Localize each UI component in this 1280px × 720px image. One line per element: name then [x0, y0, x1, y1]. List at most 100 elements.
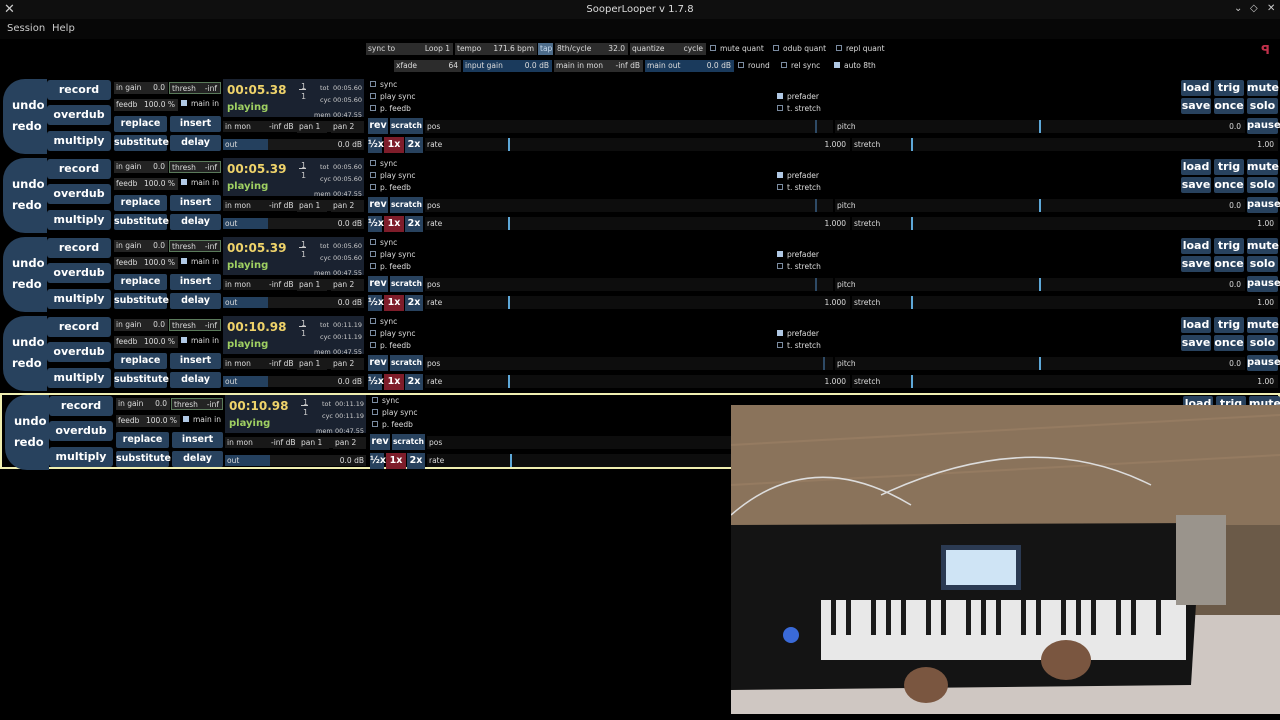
rel-sync-checkbox[interactable]: rel sync	[781, 61, 820, 71]
undo-redo-button[interactable]: undo redo	[3, 316, 47, 391]
prefader-checkbox[interactable]: prefader	[777, 92, 819, 102]
insert-button[interactable]: insert	[170, 274, 221, 290]
record-button[interactable]: record	[49, 396, 113, 416]
pause-button[interactable]: pause	[1247, 276, 1280, 292]
out-slider[interactable]: out 0.0 dB	[223, 297, 364, 308]
prefader-checkbox[interactable]: prefader	[777, 250, 819, 260]
record-button[interactable]: record	[47, 317, 111, 337]
delay-button[interactable]: delay	[172, 451, 223, 467]
mute-button[interactable]: mute	[1247, 80, 1279, 96]
pan-2-control[interactable]: pan 2	[331, 121, 364, 133]
once-button[interactable]: once	[1214, 256, 1244, 272]
load-button[interactable]: load	[1181, 159, 1211, 175]
redo-button[interactable]: redo	[12, 277, 42, 291]
multiply-button[interactable]: multiply	[49, 447, 113, 467]
overdub-button[interactable]: overdub	[47, 184, 111, 204]
reverse-button[interactable]: rev	[370, 434, 390, 450]
p-feedb-checkbox[interactable]: p. feedb	[370, 341, 411, 351]
eighth-per-cycle-control[interactable]: 8th/cycle 32.0	[555, 43, 628, 55]
load-button[interactable]: load	[1181, 238, 1211, 254]
main-out-control[interactable]: main out 0.0 dB	[645, 60, 734, 72]
save-button[interactable]: save	[1181, 177, 1211, 193]
main-in-mon-control[interactable]: main in mon -inf dB	[554, 60, 643, 72]
overdub-button[interactable]: overdub	[49, 421, 113, 441]
p-feedb-checkbox[interactable]: p. feedb	[370, 183, 411, 193]
half-speed-button[interactable]: ½x	[370, 453, 386, 469]
thresh-field[interactable]: thresh -inf	[169, 319, 221, 331]
quantize-control[interactable]: quantize cycle	[630, 43, 706, 55]
redo-button[interactable]: redo	[12, 198, 42, 212]
t-stretch-checkbox[interactable]: t. stretch	[777, 341, 821, 351]
out-slider[interactable]: out 0.0 dB	[223, 218, 364, 229]
in-gain-field[interactable]: in gain 0.0	[114, 319, 168, 331]
maximize-icon[interactable]: ◇	[1250, 3, 1258, 14]
position-slider[interactable]: pos	[425, 120, 833, 133]
out-slider[interactable]: out 0.0 dB	[225, 455, 366, 466]
scratch-button[interactable]: scratch	[390, 118, 423, 134]
delay-button[interactable]: delay	[170, 293, 221, 309]
tempo-control[interactable]: tempo 171.6 bpm	[455, 43, 537, 55]
substitute-button[interactable]: substitute	[114, 372, 169, 388]
undo-redo-button[interactable]: undo redo	[3, 158, 47, 233]
double-speed-button[interactable]: 2x	[405, 374, 423, 390]
trig-button[interactable]: trig	[1214, 238, 1244, 254]
undo-redo-button[interactable]: undo redo	[3, 79, 47, 154]
reverse-button[interactable]: rev	[368, 118, 388, 134]
stretch-slider[interactable]: stretch 1.00	[852, 217, 1278, 230]
thresh-field[interactable]: thresh -inf	[169, 240, 221, 252]
sync-checkbox[interactable]: sync	[370, 317, 397, 327]
main-in-checkbox[interactable]: main in	[181, 257, 219, 267]
play-sync-checkbox[interactable]: play sync	[370, 171, 416, 181]
multiply-button[interactable]: multiply	[47, 210, 111, 230]
substitute-button[interactable]: substitute	[116, 451, 171, 467]
play-sync-checkbox[interactable]: play sync	[370, 329, 416, 339]
input-gain-control[interactable]: input gain 0.0 dB	[463, 60, 552, 72]
scratch-button[interactable]: scratch	[390, 197, 423, 213]
multiply-button[interactable]: multiply	[47, 368, 111, 388]
trig-button[interactable]: trig	[1214, 80, 1244, 96]
half-speed-button[interactable]: ½x	[368, 374, 384, 390]
thresh-field[interactable]: thresh -inf	[169, 161, 221, 173]
normal-speed-button[interactable]: 1x	[384, 374, 404, 390]
thresh-field[interactable]: thresh -inf	[171, 398, 223, 410]
delay-button[interactable]: delay	[170, 214, 221, 230]
rate-slider[interactable]: rate 1.000	[425, 138, 850, 151]
feedback-field[interactable]: feedb 100.0 %	[114, 336, 178, 348]
menu-help[interactable]: Help	[52, 23, 75, 34]
t-stretch-checkbox[interactable]: t. stretch	[777, 183, 821, 193]
replace-button[interactable]: replace	[114, 274, 167, 290]
save-button[interactable]: save	[1181, 335, 1211, 351]
undo-button[interactable]: undo	[12, 256, 45, 270]
position-slider[interactable]: pos	[425, 278, 833, 291]
normal-speed-button[interactable]: 1x	[384, 295, 404, 311]
rate-slider[interactable]: rate 1.000	[425, 217, 850, 230]
t-stretch-checkbox[interactable]: t. stretch	[777, 104, 821, 114]
xfade-control[interactable]: xfade 64	[394, 60, 461, 72]
overdub-button[interactable]: overdub	[47, 105, 111, 125]
rate-slider[interactable]: rate 1.000	[425, 296, 850, 309]
substitute-button[interactable]: substitute	[114, 293, 169, 309]
replace-button[interactable]: replace	[116, 432, 169, 448]
pan-1-control[interactable]: pan 1	[297, 200, 327, 212]
once-button[interactable]: once	[1214, 98, 1244, 114]
double-speed-button[interactable]: 2x	[405, 295, 423, 311]
undo-redo-button[interactable]: undo redo	[3, 237, 47, 312]
trig-button[interactable]: trig	[1214, 159, 1244, 175]
pan-1-control[interactable]: pan 1	[299, 437, 329, 449]
insert-button[interactable]: insert	[170, 353, 221, 369]
insert-button[interactable]: insert	[170, 116, 221, 132]
replace-button[interactable]: replace	[114, 116, 167, 132]
round-checkbox[interactable]: round	[738, 61, 770, 71]
undo-button[interactable]: undo	[14, 414, 47, 428]
feedback-field[interactable]: feedb 100.0 %	[114, 99, 178, 111]
multiply-button[interactable]: multiply	[47, 131, 111, 151]
record-button[interactable]: record	[47, 159, 111, 179]
in-gain-field[interactable]: in gain 0.0	[116, 398, 170, 410]
pause-button[interactable]: pause	[1247, 355, 1280, 371]
half-speed-button[interactable]: ½x	[368, 137, 384, 153]
odub-quant-checkbox[interactable]: odub quant	[773, 44, 826, 54]
play-sync-checkbox[interactable]: play sync	[370, 92, 416, 102]
p-feedb-checkbox[interactable]: p. feedb	[370, 262, 411, 272]
undo-button[interactable]: undo	[12, 177, 45, 191]
repl-quant-checkbox[interactable]: repl quant	[836, 44, 885, 54]
